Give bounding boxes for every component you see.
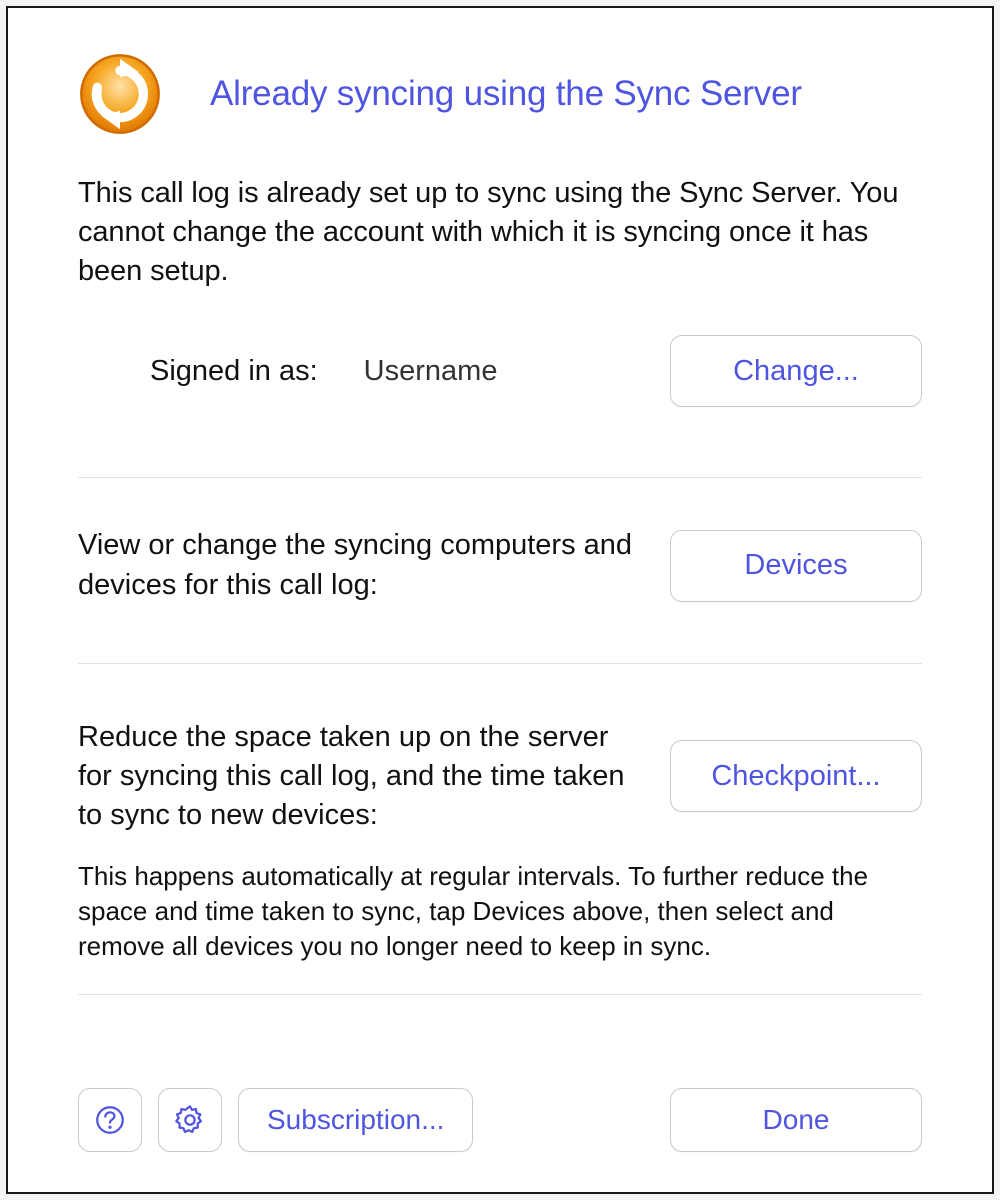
intro-text: This call log is already set up to sync … <box>78 174 922 291</box>
gear-icon <box>173 1103 207 1137</box>
signed-in-label: Signed in as: <box>150 355 318 388</box>
change-account-button[interactable]: Change... <box>670 335 922 407</box>
checkpoint-button[interactable]: Checkpoint... <box>670 740 922 812</box>
checkpoint-row: Reduce the space taken up on the server … <box>78 718 922 835</box>
checkpoint-helper-text: This happens automatically at regular in… <box>78 859 922 964</box>
help-button[interactable] <box>78 1088 142 1152</box>
help-icon <box>93 1103 127 1137</box>
devices-row: View or change the syncing computers and… <box>78 526 922 604</box>
sync-icon <box>78 52 162 136</box>
signed-in-username: Username <box>364 355 498 388</box>
done-button[interactable]: Done <box>670 1088 922 1152</box>
sync-settings-panel: Already syncing using the Sync Server Th… <box>6 6 994 1194</box>
header: Already syncing using the Sync Server <box>78 52 922 136</box>
devices-button[interactable]: Devices <box>670 530 922 602</box>
account-row: Signed in as: Username Change... <box>78 335 922 407</box>
page-title: Already syncing using the Sync Server <box>210 74 802 114</box>
checkpoint-text: Reduce the space taken up on the server … <box>78 718 646 835</box>
footer: Subscription... Done <box>78 1058 922 1152</box>
subscription-button[interactable]: Subscription... <box>238 1088 473 1152</box>
divider <box>78 663 922 664</box>
divider <box>78 994 922 995</box>
divider <box>78 477 922 478</box>
settings-button[interactable] <box>158 1088 222 1152</box>
devices-text: View or change the syncing computers and… <box>78 526 638 604</box>
checkpoint-section: Reduce the space taken up on the server … <box>78 708 922 965</box>
